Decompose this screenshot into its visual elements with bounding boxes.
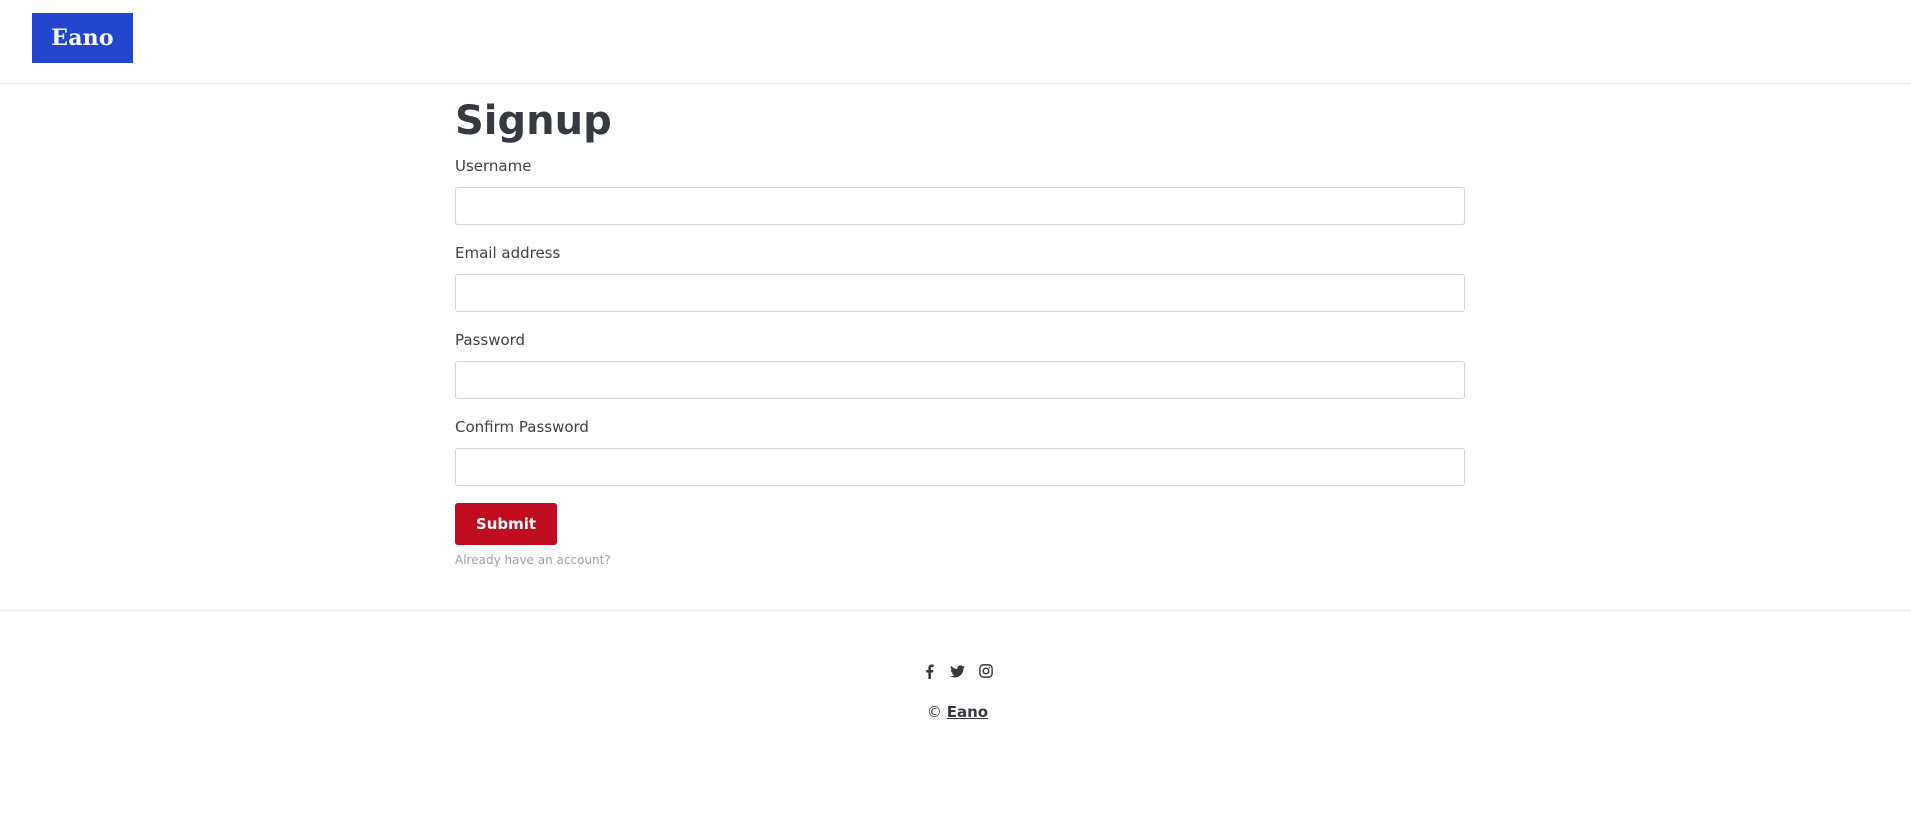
site-footer: © Eano [0,610,1911,823]
login-link[interactable]: Already have an account? [455,553,1465,567]
instagram-icon[interactable] [978,663,994,679]
copyright-brand-link[interactable]: Eano [947,703,988,721]
email-label: Email address [455,244,561,262]
username-input[interactable] [455,187,1465,225]
logo[interactable]: Eano [32,13,133,63]
signup-form-container: Signup Username Email address Password C… [455,84,1465,611]
confirm-password-label: Confirm Password [455,418,589,436]
copyright-symbol: © [926,703,942,721]
username-label: Username [455,157,532,175]
submit-button[interactable]: Submit [455,503,557,545]
site-header: Eano [0,0,1911,84]
page-title: Signup [455,98,612,144]
password-input[interactable] [455,361,1465,399]
email-group: Email address [455,243,1465,312]
copyright: © Eano [0,703,1911,721]
password-label: Password [455,331,526,349]
email-input[interactable] [455,274,1465,312]
password-group: Password [455,330,1465,399]
facebook-icon[interactable] [922,663,938,679]
confirm-password-input[interactable] [455,448,1465,486]
social-links [0,663,1911,679]
username-group: Username [455,156,1465,225]
confirm-password-group: Confirm Password [455,417,1465,486]
signup-form: Username Email address Password Confirm … [455,156,1465,567]
twitter-icon[interactable] [950,663,966,679]
